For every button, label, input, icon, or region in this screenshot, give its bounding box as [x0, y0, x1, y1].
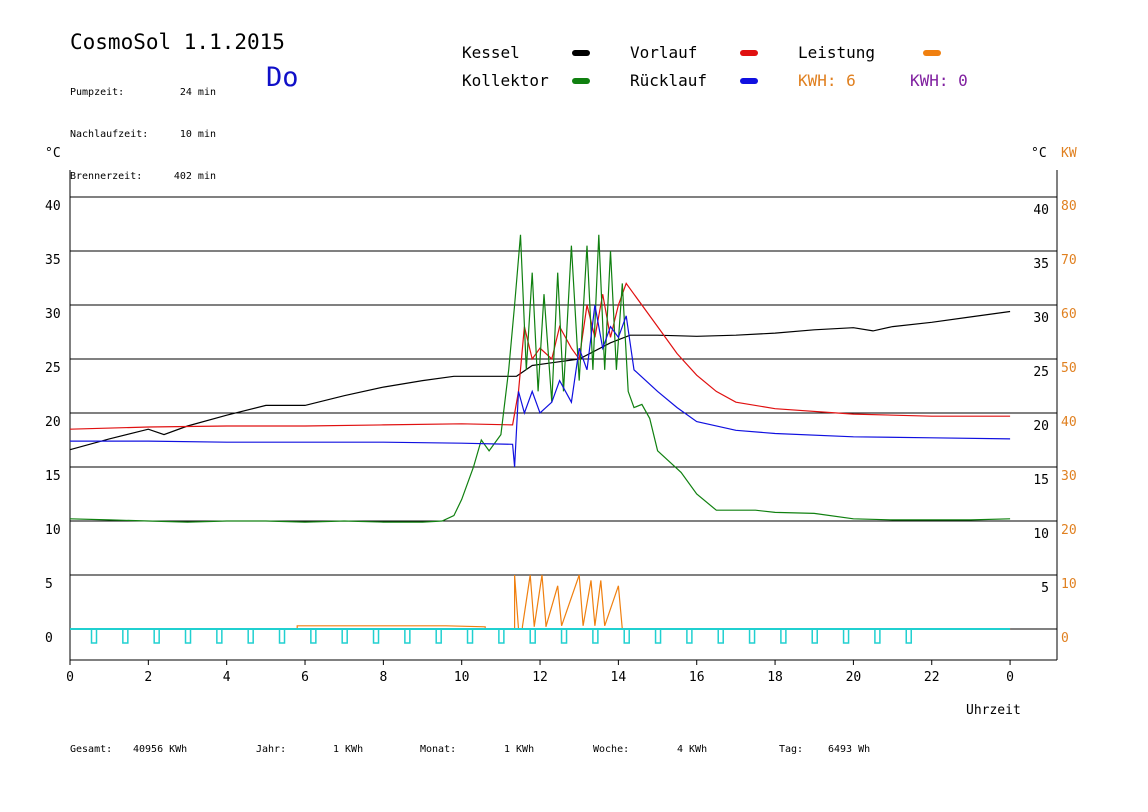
y-tick-label-right-power: 60: [1061, 307, 1077, 322]
tag-value: 6493 Wh: [828, 744, 871, 755]
pump-pulse-marker: [247, 628, 254, 644]
x-tick-label: 10: [454, 670, 470, 685]
pump-pulse-marker: [717, 628, 724, 644]
pump-pulse-marker: [874, 628, 881, 644]
pump-pulse-marker: [122, 628, 129, 644]
monat-label: Monat:: [420, 744, 457, 755]
x-tick-label: 22: [924, 670, 940, 685]
y-tick-label-right-power: 10: [1061, 577, 1077, 592]
y-tick-label-right-power: 20: [1061, 523, 1077, 538]
pump-pulse-marker: [592, 628, 599, 644]
pump-pulse-marker: [372, 628, 380, 644]
y-tick-label-right-temp: 10: [1033, 527, 1049, 542]
y-unit-left: °C: [45, 146, 61, 161]
x-tick-label: 18: [767, 670, 783, 685]
gesamt-value: 40956 KWh: [133, 744, 188, 755]
y-tick-label-right-temp: 40: [1033, 203, 1049, 218]
x-tick-label: 4: [223, 670, 231, 685]
x-tick-label: 2: [144, 670, 152, 685]
pump-pulse-marker: [529, 628, 536, 644]
y-tick-label-right-temp: 30: [1033, 311, 1049, 326]
x-tick-label: 0: [1006, 670, 1014, 685]
pump-pulse-marker: [498, 628, 505, 644]
tag-label: Tag:: [779, 744, 804, 755]
x-tick-label: 6: [301, 670, 309, 685]
pump-pulse-marker: [686, 628, 693, 644]
pump-pulse-marker: [341, 628, 348, 644]
pump-pulse-marker: [654, 628, 662, 644]
y-tick-label-right-power: 30: [1061, 469, 1077, 484]
pump-pulse-marker: [216, 628, 223, 644]
series-line-rücklauf: [70, 304, 1011, 468]
y-tick-label-right-temp: 5: [1041, 581, 1049, 596]
y-tick-label-left: 10: [45, 523, 61, 538]
series-line-kessel: [69, 310, 1011, 451]
pump-pulse-marker: [310, 628, 317, 644]
woche-value: 4 KWh: [677, 744, 708, 755]
pump-pulse-marker: [153, 628, 160, 644]
y-tick-label-right-power: 70: [1061, 253, 1077, 268]
y-tick-label-right-temp: 35: [1033, 257, 1049, 272]
pump-pulse-marker: [404, 628, 411, 644]
pump-pulse-marker: [842, 628, 850, 644]
pump-pulse-marker: [623, 628, 630, 644]
y-tick-label-right-power: 80: [1061, 199, 1077, 214]
temperature-chart: 0 2 4 6 8 10 12 14 16 18 20 22 0 0 5 10 15 20 25 30 35 40 5 10 1…: [45, 146, 1077, 718]
y-unit-right-power: KW: [1061, 146, 1077, 161]
y-tick-label-right-power: 50: [1061, 361, 1077, 376]
woche-label: Woche:: [593, 744, 630, 755]
y-tick-label-right-power: 0: [1061, 631, 1069, 646]
y-tick-label-right-temp: 15: [1033, 473, 1049, 488]
y-unit-right-temp: °C: [1031, 146, 1047, 161]
pump-pulse-marker: [90, 628, 98, 644]
pump-pulse-marker: [466, 628, 474, 644]
pump-pulse-marker: [184, 628, 192, 644]
x-axis-label: Uhrzeit: [966, 703, 1021, 718]
y-tick-label-left: 20: [45, 415, 61, 430]
pump-pulse-marker: [780, 628, 787, 644]
y-tick-label-right-power: 40: [1061, 415, 1077, 430]
pump-pulse-marker: [435, 628, 442, 644]
pump-pulse-marker: [278, 628, 286, 644]
x-tick-label: 12: [532, 670, 548, 685]
x-tick-label: 0: [66, 670, 74, 685]
y-tick-label-left: 0: [45, 631, 53, 646]
x-tick-label: 14: [611, 670, 627, 685]
monat-value: 1 KWh: [504, 744, 535, 755]
pump-pulse-marker: [905, 628, 912, 644]
y-tick-label-right-temp: 20: [1033, 419, 1049, 434]
pump-pulse-marker: [811, 628, 818, 644]
y-tick-label-left: 40: [45, 199, 61, 214]
series-line-kollektor: [69, 234, 1011, 523]
x-tick-label: 8: [379, 670, 387, 685]
pump-pulse-marker: [748, 628, 756, 644]
x-tick-label: 20: [846, 670, 862, 685]
y-tick-label-left: 15: [45, 469, 61, 484]
pump-pulse-marker: [560, 628, 568, 644]
jahr-value: 1 KWh: [333, 744, 364, 755]
y-tick-label-right-temp: 25: [1033, 365, 1049, 380]
y-tick-label-left: 35: [45, 253, 61, 268]
gesamt-label: Gesamt:: [70, 744, 113, 755]
jahr-label: Jahr:: [256, 744, 287, 755]
y-tick-label-left: 25: [45, 361, 61, 376]
x-tick-label: 16: [689, 670, 705, 685]
y-tick-label-left: 30: [45, 307, 61, 322]
series-line-leistung: [70, 574, 1011, 630]
y-tick-label-left: 5: [45, 577, 53, 592]
